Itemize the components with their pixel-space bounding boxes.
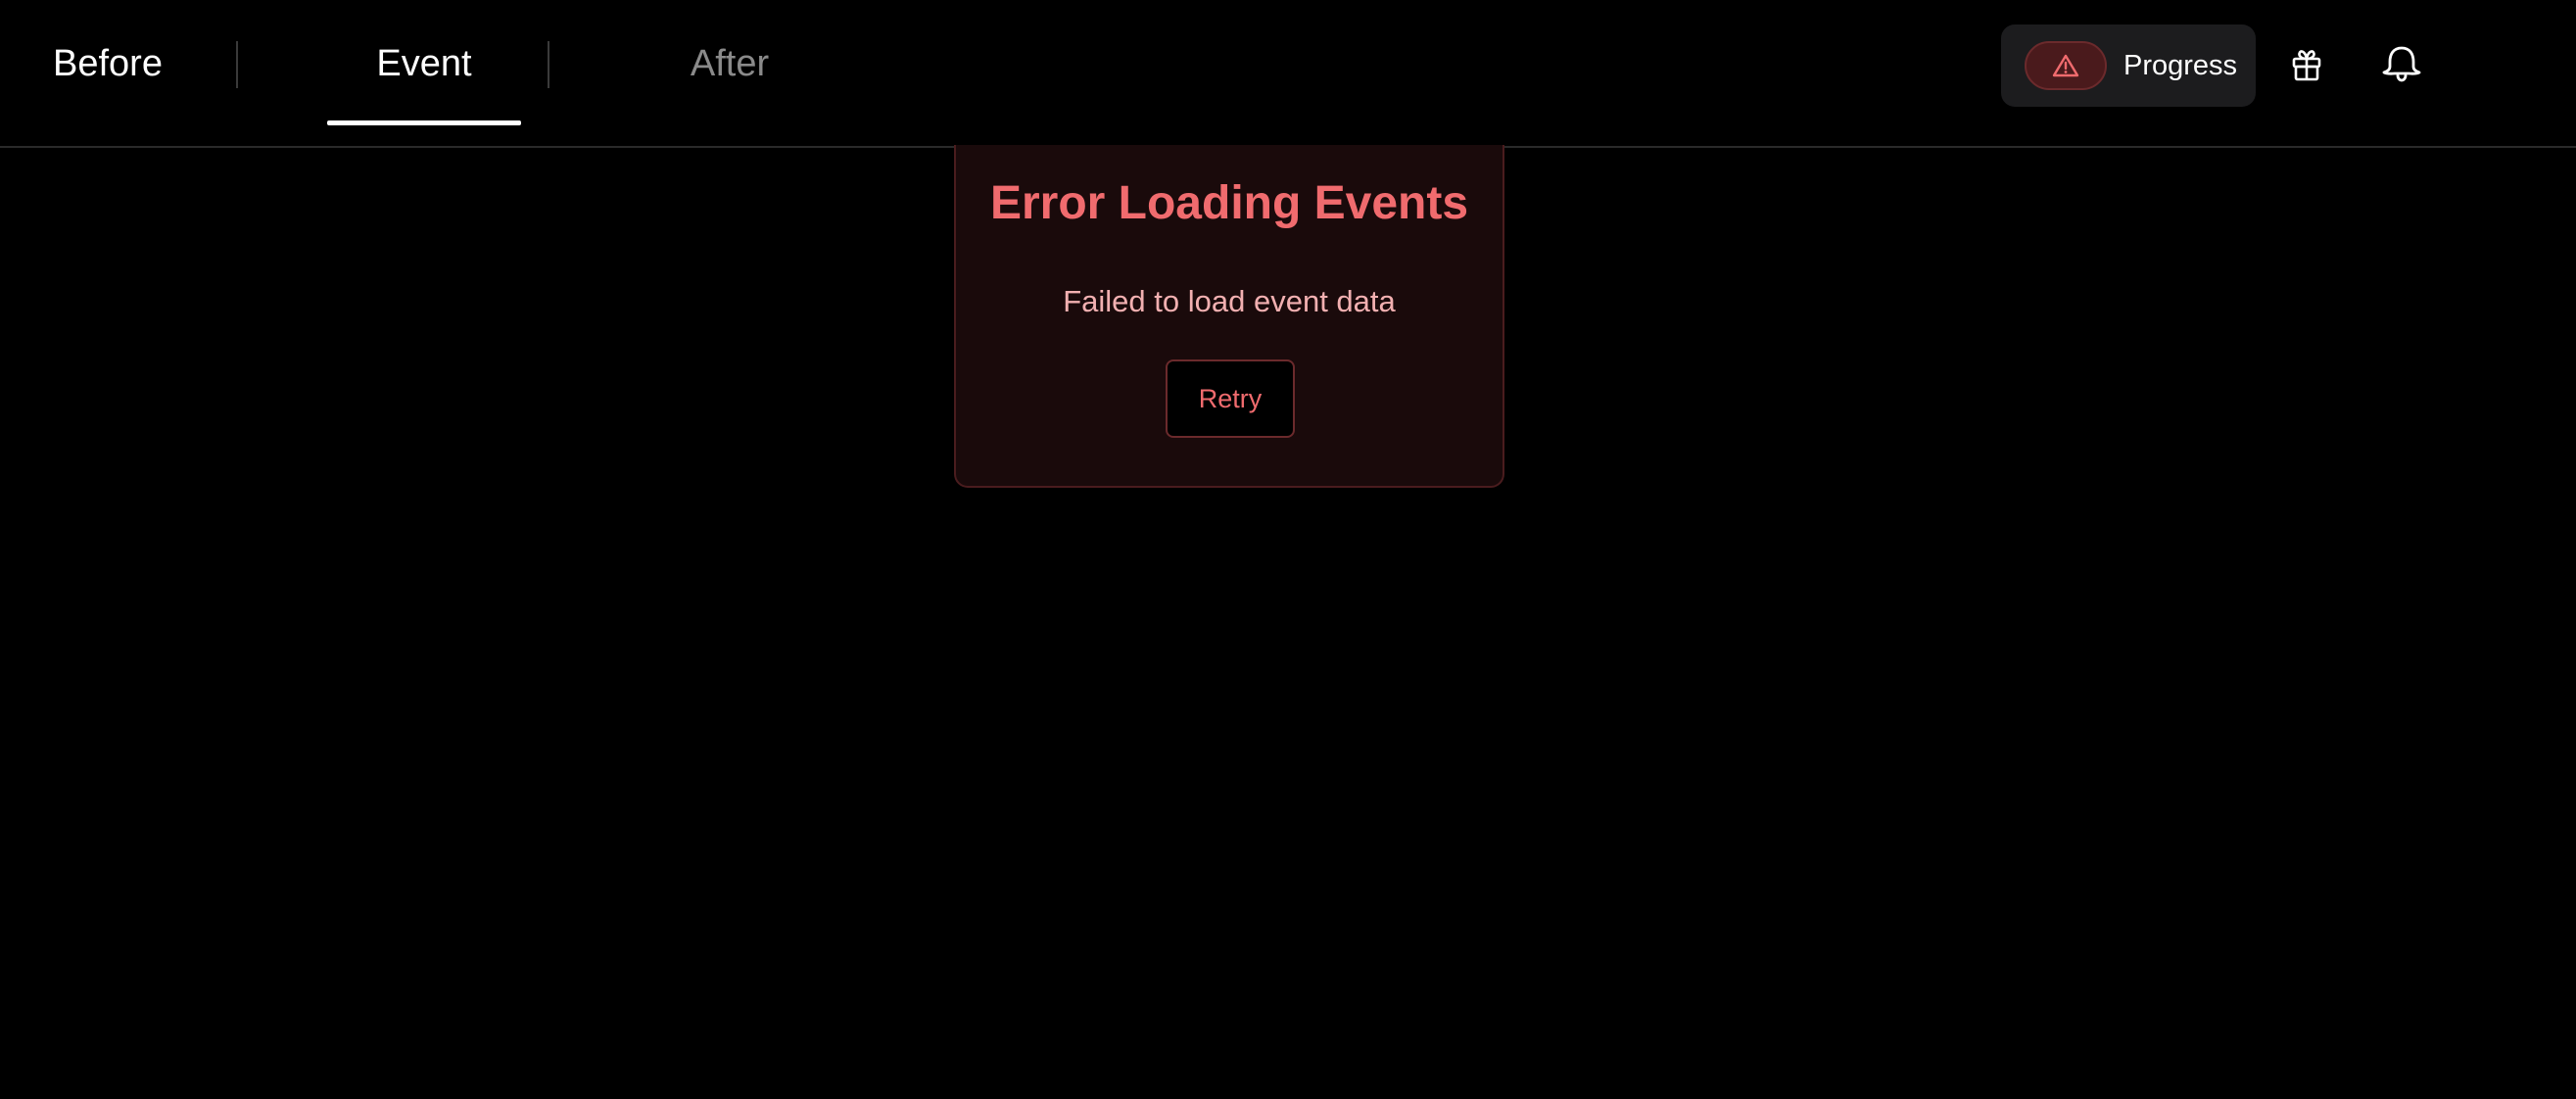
bell-icon <box>2382 46 2421 82</box>
top-navigation-bar: Before Event After Progress <box>0 0 2576 148</box>
notifications-button[interactable] <box>2376 39 2427 90</box>
error-message: Failed to load event data <box>1063 284 1396 318</box>
tab-divider <box>236 41 238 88</box>
tab-before[interactable]: Before <box>53 0 163 127</box>
active-tab-indicator <box>327 120 521 125</box>
error-title: Error Loading Events <box>989 177 1469 229</box>
progress-label: Progress <box>2123 49 2238 81</box>
tab-after[interactable]: After <box>676 0 784 127</box>
progress-button[interactable]: Progress <box>2001 24 2256 107</box>
retry-button[interactable]: Retry <box>1166 359 1295 438</box>
gift-icon <box>2292 50 2321 81</box>
tab-event[interactable]: Event <box>327 0 521 127</box>
error-card: Error Loading Events Failed to load even… <box>954 145 1504 488</box>
progress-warning-badge <box>2025 41 2107 90</box>
warning-triangle-icon <box>2052 54 2079 77</box>
tab-divider <box>548 41 549 88</box>
gift-button[interactable] <box>2281 39 2332 90</box>
